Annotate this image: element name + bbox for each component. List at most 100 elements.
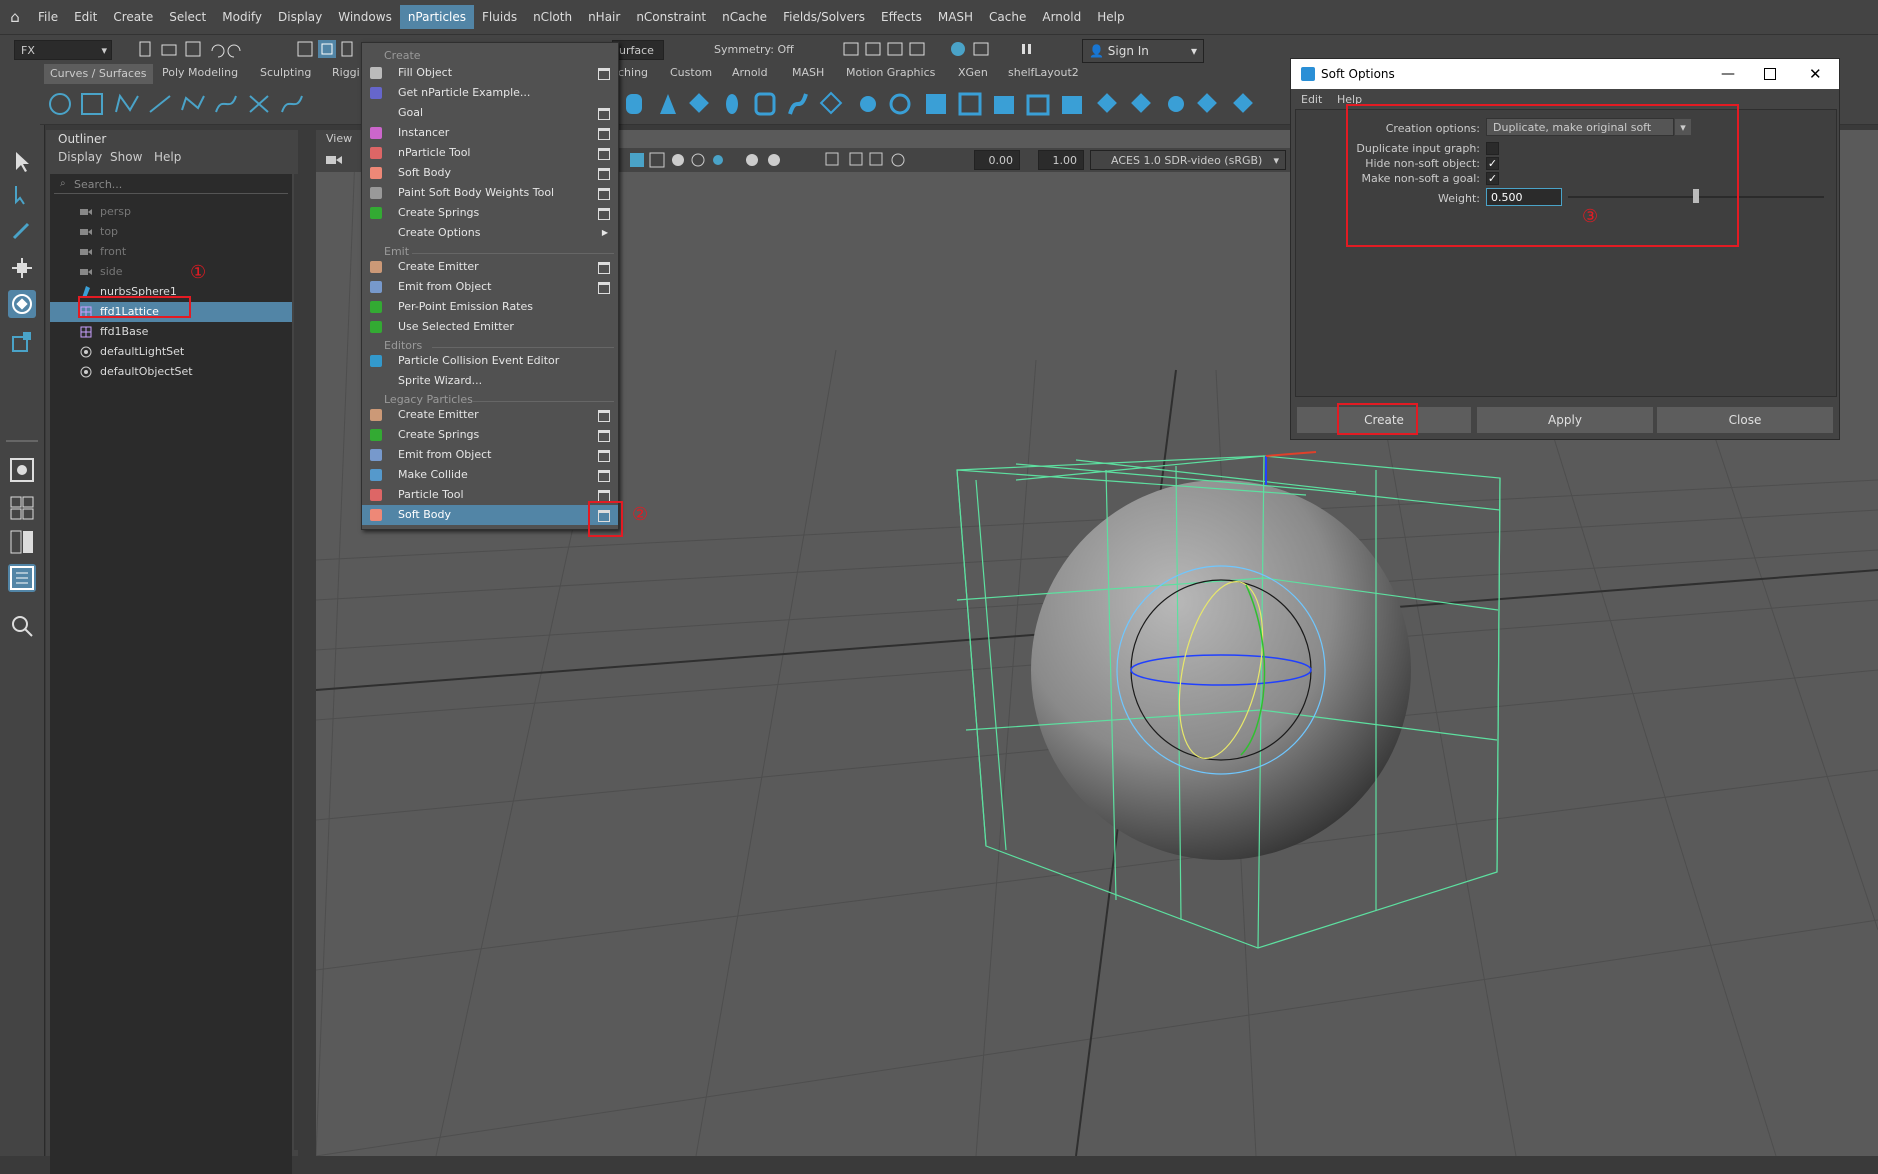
menu-modify[interactable]: Modify bbox=[214, 5, 270, 29]
selection-mode-icons[interactable] bbox=[296, 39, 356, 61]
shelf-tab-sculpting[interactable]: Sculpting bbox=[260, 66, 311, 79]
menu-item-create-options[interactable]: Create Options ▶ bbox=[362, 223, 618, 243]
menu-ncloth[interactable]: nCloth bbox=[525, 5, 580, 29]
menu-item-legacy-soft-body[interactable]: Soft Body bbox=[362, 505, 618, 525]
colorspace-selector[interactable]: ACES 1.0 SDR-video (sRGB) ▾ bbox=[1090, 150, 1286, 170]
outliner-menu-show[interactable]: Show bbox=[110, 150, 142, 164]
file-tools-icons[interactable] bbox=[136, 39, 266, 61]
option-box-icon[interactable] bbox=[598, 430, 610, 442]
search-icon[interactable] bbox=[8, 612, 36, 640]
option-box-icon[interactable] bbox=[598, 450, 610, 462]
outliner-item-persp[interactable]: persp bbox=[50, 202, 292, 222]
sign-in-button[interactable]: 👤 Sign In ▾ bbox=[1082, 39, 1204, 63]
option-box-icon[interactable] bbox=[598, 148, 610, 160]
option-box-icon[interactable] bbox=[598, 188, 610, 200]
menu-mash[interactable]: MASH bbox=[930, 5, 981, 29]
close-button[interactable]: Close bbox=[1657, 407, 1833, 433]
menu-cache[interactable]: Cache bbox=[981, 5, 1034, 29]
nurbs-primitive-icons[interactable] bbox=[620, 90, 1320, 118]
dialog-title-bar[interactable]: Soft Options — ✕ bbox=[1291, 59, 1839, 89]
viewport-menu-view[interactable]: View bbox=[326, 132, 352, 145]
option-box-icon[interactable] bbox=[598, 262, 610, 274]
exposure-field[interactable]: 0.00 bbox=[974, 150, 1020, 170]
menu-windows[interactable]: Windows bbox=[330, 5, 400, 29]
menu-item-create-springs[interactable]: Create Springs bbox=[362, 203, 618, 223]
menu-nparticles[interactable]: nParticles bbox=[399, 5, 475, 29]
menu-item-sprite-wizard[interactable]: Sprite Wizard... bbox=[362, 371, 618, 391]
menu-item-create-emitter[interactable]: Create Emitter bbox=[362, 257, 618, 277]
nurbs-sphere[interactable] bbox=[1031, 480, 1411, 860]
menu-item-fill-object[interactable]: Fill Object bbox=[362, 63, 618, 83]
menu-create[interactable]: Create bbox=[105, 5, 161, 29]
shelf-tab-rigging[interactable]: Riggi bbox=[332, 66, 360, 79]
shelf-tab-mash[interactable]: MASH bbox=[792, 66, 824, 79]
live-surface-field[interactable]: urface bbox=[612, 40, 664, 60]
maximize-icon[interactable] bbox=[1764, 68, 1776, 80]
shelf-tab-poly-modeling[interactable]: Poly Modeling bbox=[162, 66, 238, 79]
paint-select-tool-icon[interactable] bbox=[8, 216, 36, 244]
menu-item-use-selected-emitter[interactable]: Use Selected Emitter bbox=[362, 317, 618, 337]
menu-arnold[interactable]: Arnold bbox=[1034, 5, 1089, 29]
outliner-menu-help[interactable]: Help bbox=[154, 150, 181, 164]
close-icon[interactable]: ✕ bbox=[1809, 59, 1822, 89]
mode-selector[interactable]: FX ▾ bbox=[14, 40, 112, 60]
menu-nhair[interactable]: nHair bbox=[580, 5, 628, 29]
single-view-layout-icon[interactable] bbox=[8, 456, 36, 484]
minimize-icon[interactable]: — bbox=[1721, 59, 1735, 89]
shelf-tab-arnold[interactable]: Arnold bbox=[732, 66, 768, 79]
rotate-tool-icon[interactable] bbox=[8, 290, 36, 318]
outliner-item-side[interactable]: side bbox=[50, 262, 292, 282]
menu-item-per-point-emission-rates[interactable]: Per-Point Emission Rates bbox=[362, 297, 618, 317]
apply-button[interactable]: Apply bbox=[1477, 407, 1653, 433]
select-tool-icon[interactable] bbox=[8, 148, 36, 176]
outliner-scrollbar[interactable] bbox=[294, 174, 300, 1150]
four-view-layout-icon[interactable] bbox=[8, 494, 36, 522]
lasso-tool-icon[interactable] bbox=[8, 182, 36, 210]
curve-tools-icons[interactable] bbox=[46, 90, 366, 118]
menu-item-legacy-create-springs[interactable]: Create Springs bbox=[362, 425, 618, 445]
outliner-item-ffd1base[interactable]: ffd1Base bbox=[50, 322, 292, 342]
option-box-icon[interactable] bbox=[598, 470, 610, 482]
shelf-tab-xgen[interactable]: XGen bbox=[958, 66, 988, 79]
menu-item-make-collide[interactable]: Make Collide bbox=[362, 465, 618, 485]
menu-display[interactable]: Display bbox=[270, 5, 330, 29]
outliner-menu-display[interactable]: Display bbox=[58, 150, 102, 164]
menu-select[interactable]: Select bbox=[161, 5, 214, 29]
option-box-icon[interactable] bbox=[598, 208, 610, 220]
outliner-item-front[interactable]: front bbox=[50, 242, 292, 262]
menu-item-particle-collision-event-editor[interactable]: Particle Collision Event Editor bbox=[362, 351, 618, 371]
menu-fluids[interactable]: Fluids bbox=[474, 5, 525, 29]
menu-help[interactable]: Help bbox=[1089, 5, 1132, 29]
menu-item-get-nparticle-example[interactable]: Get nParticle Example... bbox=[362, 83, 618, 103]
shelf-tab-custom[interactable]: Custom bbox=[670, 66, 712, 79]
menu-effects[interactable]: Effects bbox=[873, 5, 930, 29]
menu-nconstraint[interactable]: nConstraint bbox=[628, 5, 714, 29]
camera-icon[interactable] bbox=[324, 151, 344, 169]
menu-item-instancer[interactable]: Instancer bbox=[362, 123, 618, 143]
menu-file[interactable]: File bbox=[30, 5, 66, 29]
menu-item-nparticle-tool[interactable]: nParticle Tool bbox=[362, 143, 618, 163]
shelf-tab-curves-surfaces[interactable]: Curves / Surfaces bbox=[44, 64, 153, 84]
shelf-tab-motion-graphics[interactable]: Motion Graphics bbox=[846, 66, 935, 79]
menu-item-soft-body[interactable]: Soft Body bbox=[362, 163, 618, 183]
outliner-item-top[interactable]: top bbox=[50, 222, 292, 242]
home-icon[interactable]: ⌂ bbox=[0, 8, 30, 26]
menu-item-paint-soft-body-weights[interactable]: Paint Soft Body Weights Tool bbox=[362, 183, 618, 203]
option-box-icon[interactable] bbox=[598, 128, 610, 140]
option-box-icon[interactable] bbox=[598, 282, 610, 294]
outliner-item-defaultlightset[interactable]: defaultLightSet bbox=[50, 342, 292, 362]
symmetry-selector[interactable]: Symmetry: Off bbox=[708, 40, 804, 60]
dialog-menu-edit[interactable]: Edit bbox=[1301, 93, 1322, 106]
menu-item-emit-from-object[interactable]: Emit from Object bbox=[362, 277, 618, 297]
shelf-tab-sketching[interactable]: ching bbox=[618, 66, 648, 79]
menu-edit[interactable]: Edit bbox=[66, 5, 105, 29]
option-box-icon[interactable] bbox=[598, 410, 610, 422]
option-box-icon[interactable] bbox=[598, 68, 610, 80]
two-view-layout-icon[interactable] bbox=[8, 528, 36, 556]
shelf-tab-shelflayout2[interactable]: shelfLayout2 bbox=[1008, 66, 1079, 79]
outliner-layout-icon[interactable] bbox=[8, 564, 36, 592]
option-box-icon[interactable] bbox=[598, 108, 610, 120]
menu-fields-solvers[interactable]: Fields/Solvers bbox=[775, 5, 873, 29]
outliner-item-defaultobjectset[interactable]: defaultObjectSet bbox=[50, 362, 292, 382]
render-tools-icons[interactable] bbox=[840, 39, 1060, 61]
